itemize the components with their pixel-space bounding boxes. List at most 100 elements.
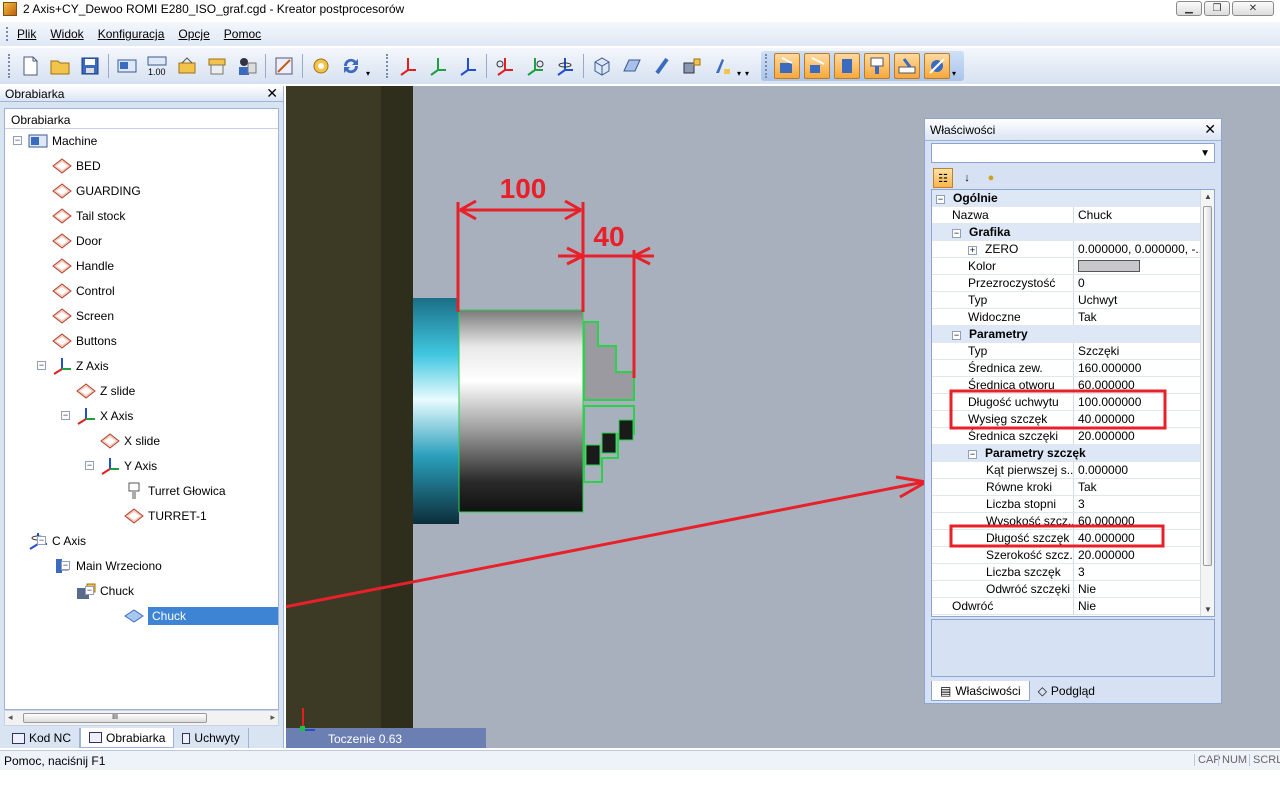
tree-node-door[interactable]: Door: [51, 231, 102, 251]
property-value[interactable]: 20.000000: [1074, 428, 1200, 445]
alphabetical-sort-icon[interactable]: ↓: [957, 168, 977, 188]
property-row[interactable]: Szerokość szcz... 20.000000: [932, 547, 1202, 564]
tree-node-tail-stock[interactable]: Tail stock: [51, 206, 125, 226]
property-pages-icon[interactable]: ●: [981, 168, 1001, 188]
tree-node-guarding[interactable]: GUARDING: [51, 181, 141, 201]
property-value[interactable]: Tak: [1074, 479, 1200, 496]
property-row[interactable]: Odwróć szczęki Nie: [932, 581, 1202, 598]
tool-holder-icon[interactable]: [649, 53, 675, 79]
collapse-icon[interactable]: −: [968, 450, 977, 459]
property-value[interactable]: Chuck: [1074, 207, 1200, 224]
property-value[interactable]: [1074, 258, 1200, 275]
scroll-left-icon[interactable]: ◂: [8, 712, 13, 723]
tree-node-machine[interactable]: − Machine: [13, 131, 97, 151]
operator-icon[interactable]: [234, 53, 260, 79]
collapse-toggle-icon[interactable]: −: [61, 411, 70, 420]
collapse-toggle-icon[interactable]: −: [37, 536, 46, 545]
box-icon[interactable]: [589, 53, 615, 79]
axis-y-icon[interactable]: [425, 53, 451, 79]
collapse-toggle-icon[interactable]: −: [13, 136, 22, 145]
tab-uchwyty[interactable]: Uchwyty: [174, 728, 249, 748]
lathe-view-icon[interactable]: [774, 53, 800, 79]
tree-horizontal-scrollbar[interactable]: ◂ III ▸: [4, 710, 279, 726]
tree-node-turret-g-owica[interactable]: Turret Głowica: [123, 481, 226, 501]
tree-node-z-slide[interactable]: Z slide: [75, 381, 135, 401]
collapse-icon[interactable]: −: [952, 331, 961, 340]
property-category[interactable]: − Parametry: [932, 326, 1202, 343]
property-value[interactable]: 60.000000: [1074, 513, 1200, 530]
property-value[interactable]: 40.000000: [1074, 411, 1200, 428]
collapse-icon[interactable]: −: [936, 195, 945, 204]
tool-edit-icon[interactable]: [174, 53, 200, 79]
scroll-down-icon[interactable]: ▼: [1204, 605, 1212, 614]
property-category[interactable]: − Ogólnie: [932, 190, 1202, 207]
property-value[interactable]: 0: [1074, 275, 1200, 292]
toolbar-overflow-3-icon[interactable]: ▾: [952, 54, 960, 78]
scroll-right-icon[interactable]: ▸: [270, 712, 275, 723]
chevron-down-icon[interactable]: ▼: [1200, 148, 1210, 159]
property-row[interactable]: Średnica szczęki 20.000000: [932, 428, 1202, 445]
menu-plik[interactable]: Plik: [17, 27, 36, 41]
scale-icon[interactable]: 1.00: [144, 53, 170, 79]
tree-node-chuck[interactable]: Chuck: [123, 606, 278, 626]
menu-widok[interactable]: Widok: [50, 27, 83, 41]
categorized-view-icon[interactable]: ☷: [933, 168, 953, 188]
collapse-toggle-icon[interactable]: −: [85, 461, 94, 470]
refresh-icon[interactable]: [338, 53, 364, 79]
property-value[interactable]: Tak: [1074, 309, 1200, 326]
tree-node-c-axis[interactable]: − C Axis: [27, 531, 86, 551]
property-row[interactable]: Liczba szczęk 3: [932, 564, 1202, 581]
plane-icon[interactable]: [619, 53, 645, 79]
tree-node-z-axis[interactable]: − Z Axis: [37, 356, 109, 376]
property-value[interactable]: Uchwyt: [1074, 292, 1200, 309]
property-row[interactable]: Wysokość szcz... 60.000000: [932, 513, 1202, 530]
property-value[interactable]: Nie: [1074, 598, 1200, 615]
property-row[interactable]: Typ Uchwyt: [932, 292, 1202, 309]
menu-opcje[interactable]: Opcje: [178, 27, 209, 41]
property-row[interactable]: Kąt pierwszej s... 0.000000: [932, 462, 1202, 479]
save-icon[interactable]: [77, 53, 103, 79]
tree-node-handle[interactable]: Handle: [51, 256, 114, 276]
scroll-thumb[interactable]: III: [23, 713, 207, 723]
property-row[interactable]: Typ Szczęki: [932, 343, 1202, 360]
panel-close-icon[interactable]: ✕: [266, 85, 278, 102]
tab-wlasciwosci[interactable]: ▤ Właściwości: [931, 681, 1030, 701]
machine-settings-icon[interactable]: [114, 53, 140, 79]
property-row[interactable]: Kolor: [932, 258, 1202, 275]
property-row[interactable]: Widoczne Tak: [932, 309, 1202, 326]
property-row[interactable]: Wysięg szczęk 40.000000: [932, 411, 1202, 428]
properties-close-icon[interactable]: ✕: [1204, 121, 1216, 138]
close-button[interactable]: ✕: [1232, 1, 1274, 16]
config-icon[interactable]: [308, 53, 334, 79]
tree-node-x-slide[interactable]: X slide: [99, 431, 160, 451]
lathe-turret-icon[interactable]: [864, 53, 890, 79]
lathe-spindle-icon[interactable]: [834, 53, 860, 79]
menu-konfiguracja[interactable]: Konfiguracja: [98, 27, 165, 41]
chuck-icon[interactable]: [679, 53, 705, 79]
property-value[interactable]: 20.000000: [1074, 547, 1200, 564]
property-row[interactable]: Liczba stopni 3: [932, 496, 1202, 513]
property-grid-scrollbar[interactable]: ▲ ▼: [1200, 190, 1214, 616]
property-category[interactable]: − Parametry szczęk: [932, 445, 1202, 462]
open-folder-icon[interactable]: [47, 53, 73, 79]
tab-obrabiarka[interactable]: Obrabiarka: [80, 728, 175, 748]
property-row[interactable]: Średnica otworu 60.000000: [932, 377, 1202, 394]
collapse-toggle-icon[interactable]: −: [37, 361, 46, 370]
lathe-stock-icon[interactable]: [894, 53, 920, 79]
axis-rotary-c-icon[interactable]: [552, 53, 578, 79]
tree-node-bed[interactable]: BED: [51, 156, 101, 176]
tab-kod-nc[interactable]: Kod NC: [4, 728, 81, 748]
property-row[interactable]: Długość uchwytu 100.000000: [932, 394, 1202, 411]
axis-z-icon[interactable]: [455, 53, 481, 79]
axis-rotary-b-icon[interactable]: [522, 53, 548, 79]
property-value[interactable]: 60.000000: [1074, 377, 1200, 394]
property-row[interactable]: + ZERO 0.000000, 0.000000, -...: [932, 241, 1202, 258]
tool-library-icon[interactable]: [204, 53, 230, 79]
property-value[interactable]: 3: [1074, 564, 1200, 581]
property-row[interactable]: Równe kroki Tak: [932, 479, 1202, 496]
property-value[interactable]: Szczęki: [1074, 343, 1200, 360]
property-category[interactable]: − Grafika: [932, 224, 1202, 241]
tree-node-main-wrzeciono[interactable]: − Main Wrzeciono: [51, 556, 162, 576]
tree-node-chuck[interactable]: − Chuck: [75, 581, 134, 601]
scroll-up-icon[interactable]: ▲: [1204, 192, 1212, 201]
